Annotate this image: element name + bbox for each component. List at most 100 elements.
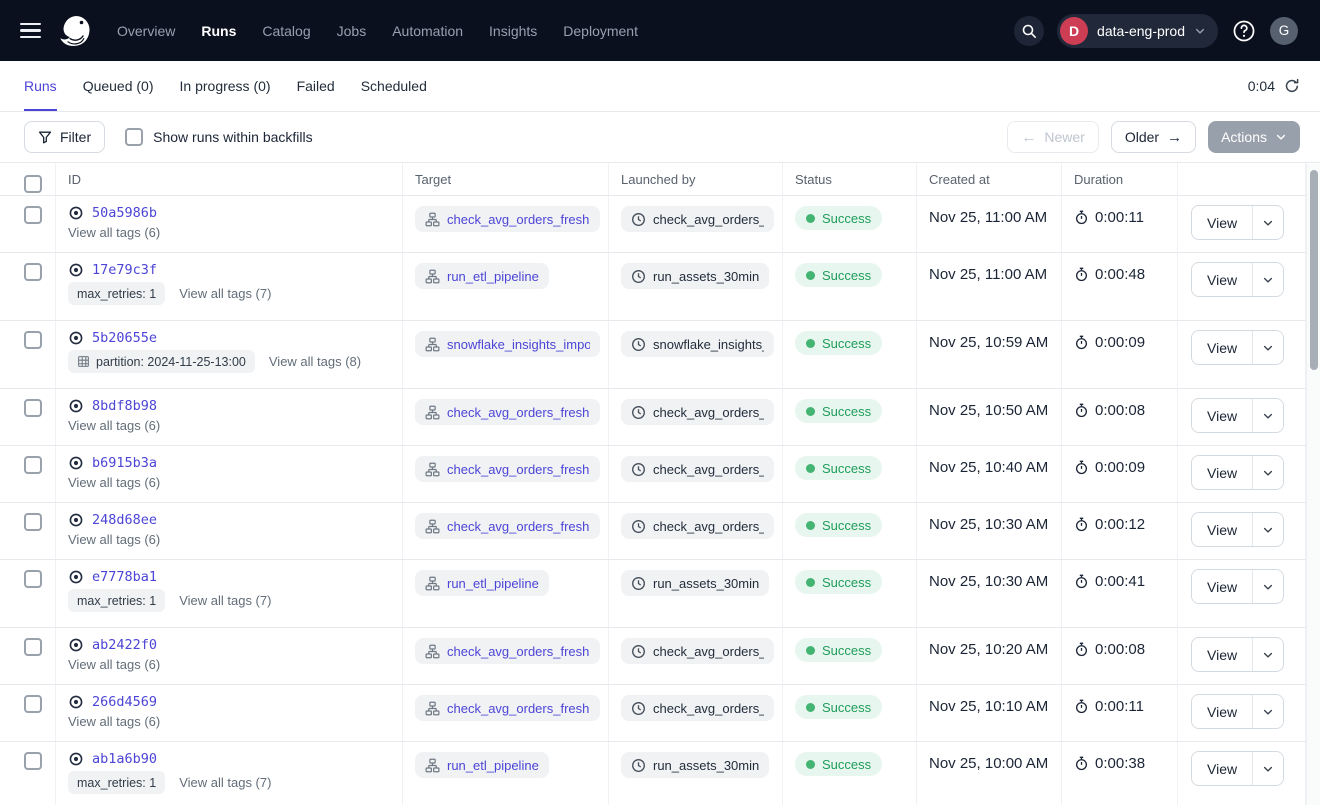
view-all-tags-link[interactable]: View all tags (7) (179, 286, 271, 301)
view-all-tags-link[interactable]: View all tags (6) (68, 475, 160, 490)
view-all-tags-link[interactable]: View all tags (7) (179, 593, 271, 608)
view-all-tags-link[interactable]: View all tags (6) (68, 714, 160, 729)
scrollbar-track[interactable] (1306, 164, 1320, 805)
target-link[interactable]: run_etl_pipeline (415, 752, 549, 778)
tag-pill[interactable]: max_retries: 1 (68, 771, 165, 794)
target-link[interactable]: snowflake_insights_import (415, 331, 600, 357)
row-checkbox[interactable] (24, 331, 42, 349)
view-dropdown-button[interactable] (1253, 331, 1283, 364)
view-button[interactable]: View (1192, 331, 1253, 364)
nav-item-automation[interactable]: Automation (392, 23, 463, 39)
view-button[interactable]: View (1192, 752, 1253, 785)
target-link[interactable]: check_avg_orders_freshne (415, 513, 600, 539)
row-checkbox[interactable] (24, 399, 42, 417)
view-button[interactable]: View (1192, 513, 1253, 546)
run-id-link[interactable]: e7778ba1 (92, 569, 157, 585)
tag-pill[interactable]: max_retries: 1 (68, 282, 165, 305)
target-link[interactable]: check_avg_orders_freshne (415, 695, 600, 721)
launched-by-link[interactable]: snowflake_insights_… (621, 331, 774, 357)
run-id-link[interactable]: 5b20655e (92, 330, 157, 346)
row-checkbox[interactable] (24, 752, 42, 770)
target-link[interactable]: check_avg_orders_freshne (415, 638, 600, 664)
refresh-icon[interactable] (1284, 78, 1300, 94)
view-all-tags-link[interactable]: View all tags (6) (68, 225, 160, 240)
target-link[interactable]: run_etl_pipeline (415, 570, 549, 596)
nav-item-deployment[interactable]: Deployment (563, 23, 638, 39)
tab-runs[interactable]: Runs (24, 61, 57, 111)
older-button[interactable]: Older → (1111, 121, 1196, 153)
view-dropdown-button[interactable] (1253, 695, 1283, 728)
view-button[interactable]: View (1192, 206, 1253, 239)
row-checkbox[interactable] (24, 206, 42, 224)
scrollbar-thumb[interactable] (1310, 170, 1318, 370)
row-checkbox[interactable] (24, 456, 42, 474)
launched-by-link[interactable]: check_avg_orders_f… (621, 695, 774, 721)
run-id-link[interactable]: ab2422f0 (92, 637, 157, 653)
target-link[interactable]: run_etl_pipeline (415, 263, 549, 289)
search-button[interactable] (1014, 16, 1044, 46)
actions-button[interactable]: Actions (1208, 121, 1300, 153)
newer-button[interactable]: ← Newer (1007, 121, 1098, 153)
launched-by-link[interactable]: check_avg_orders_f… (621, 513, 774, 539)
run-id-link[interactable]: 248d68ee (92, 512, 157, 528)
launched-by-link[interactable]: run_assets_30min (621, 752, 769, 778)
filter-button[interactable]: Filter (24, 121, 105, 153)
nav-item-runs[interactable]: Runs (201, 23, 236, 39)
run-id-link[interactable]: 17e79c3f (92, 262, 157, 278)
tab-scheduled[interactable]: Scheduled (361, 61, 427, 111)
user-avatar[interactable]: G (1270, 17, 1298, 45)
view-button[interactable]: View (1192, 638, 1253, 671)
view-all-tags-link[interactable]: View all tags (8) (269, 354, 361, 369)
view-button[interactable]: View (1192, 456, 1253, 489)
run-id-link[interactable]: b6915b3a (92, 455, 157, 471)
view-all-tags-link[interactable]: View all tags (7) (179, 775, 271, 790)
run-id-link[interactable]: 50a5986b (92, 205, 157, 221)
view-dropdown-button[interactable] (1253, 399, 1283, 432)
target-link[interactable]: check_avg_orders_freshne (415, 456, 600, 482)
launched-by-link[interactable]: run_assets_30min (621, 263, 769, 289)
nav-item-jobs[interactable]: Jobs (337, 23, 367, 39)
launched-by-link[interactable]: check_avg_orders_f… (621, 399, 774, 425)
launched-by-link[interactable]: check_avg_orders_f… (621, 456, 774, 482)
nav-item-catalog[interactable]: Catalog (262, 23, 310, 39)
view-dropdown-button[interactable] (1253, 456, 1283, 489)
row-checkbox[interactable] (24, 263, 42, 281)
run-id-link[interactable]: ab1a6b90 (92, 751, 157, 767)
nav-item-overview[interactable]: Overview (117, 23, 175, 39)
view-button[interactable]: View (1192, 695, 1253, 728)
target-link[interactable]: check_avg_orders_freshne (415, 206, 600, 232)
nav-item-insights[interactable]: Insights (489, 23, 537, 39)
menu-icon[interactable] (20, 23, 41, 39)
view-button[interactable]: View (1192, 399, 1253, 432)
view-dropdown-button[interactable] (1253, 513, 1283, 546)
view-all-tags-link[interactable]: View all tags (6) (68, 657, 160, 672)
target-link[interactable]: check_avg_orders_freshne (415, 399, 600, 425)
help-button[interactable] (1231, 18, 1257, 44)
view-all-tags-link[interactable]: View all tags (6) (68, 532, 160, 547)
launched-by-link[interactable]: check_avg_orders_f… (621, 206, 774, 232)
view-dropdown-button[interactable] (1253, 570, 1283, 603)
tag-pill[interactable]: max_retries: 1 (68, 589, 165, 612)
dagster-logo-icon[interactable] (57, 12, 95, 50)
view-all-tags-link[interactable]: View all tags (6) (68, 418, 160, 433)
show-backfills-checkbox[interactable] (125, 128, 143, 146)
view-dropdown-button[interactable] (1253, 638, 1283, 671)
run-id-link[interactable]: 266d4569 (92, 694, 157, 710)
view-dropdown-button[interactable] (1253, 752, 1283, 785)
deployment-switcher[interactable]: D data-eng-prod (1057, 14, 1218, 48)
view-button[interactable]: View (1192, 263, 1253, 296)
view-dropdown-button[interactable] (1253, 206, 1283, 239)
row-checkbox[interactable] (24, 513, 42, 531)
tab-failed[interactable]: Failed (297, 61, 335, 111)
launched-by-link[interactable]: run_assets_30min (621, 570, 769, 596)
tab-queued[interactable]: Queued (0) (83, 61, 154, 111)
row-checkbox[interactable] (24, 638, 42, 656)
view-button[interactable]: View (1192, 570, 1253, 603)
row-checkbox[interactable] (24, 570, 42, 588)
select-all-checkbox[interactable] (24, 175, 42, 193)
tab-in-progress[interactable]: In progress (0) (180, 61, 271, 111)
launched-by-link[interactable]: check_avg_orders_f… (621, 638, 774, 664)
view-dropdown-button[interactable] (1253, 263, 1283, 296)
tag-pill[interactable]: partition: 2024-11-25-13:00 (68, 350, 255, 373)
row-checkbox[interactable] (24, 695, 42, 713)
